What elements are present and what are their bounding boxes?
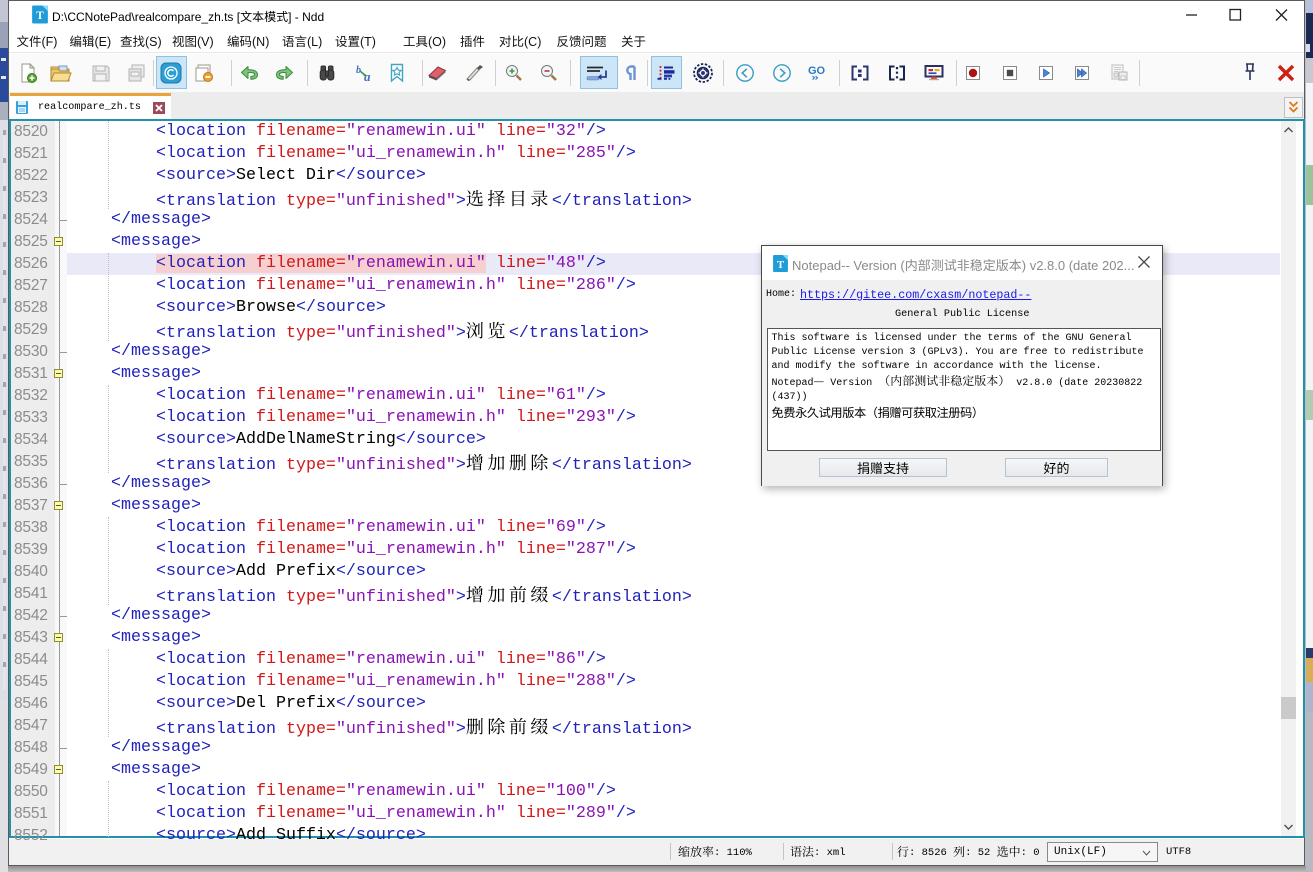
svg-text:GO: GO [808,65,826,77]
svg-text:T: T [777,260,784,271]
svg-text:b: b [356,65,361,76]
svg-text:T: T [36,10,44,22]
